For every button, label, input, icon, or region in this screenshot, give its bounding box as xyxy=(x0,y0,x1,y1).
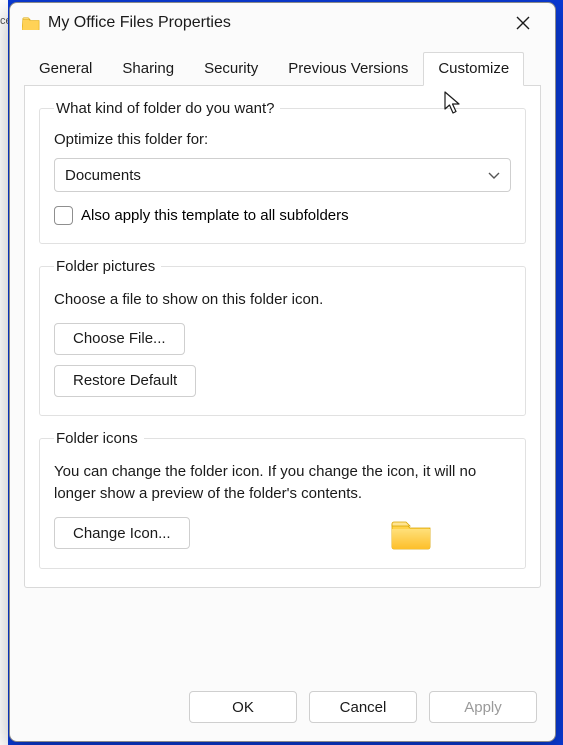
close-icon xyxy=(516,16,530,30)
folder-kind-group: What kind of folder do you want? Optimiz… xyxy=(39,100,526,244)
folder-kind-legend: What kind of folder do you want? xyxy=(54,100,280,117)
titlebar: My Office Files Properties xyxy=(10,3,555,43)
background-edge: ce xyxy=(0,0,8,745)
subfolders-check-row: Also apply this template to all subfolde… xyxy=(54,206,511,225)
window-title: My Office Files Properties xyxy=(48,14,503,32)
tabstrip: General Sharing Security Previous Versio… xyxy=(10,43,555,85)
ok-button[interactable]: OK xyxy=(189,691,297,723)
change-icon-button[interactable]: Change Icon... xyxy=(54,517,190,549)
folder-icon xyxy=(22,16,40,31)
tab-security[interactable]: Security xyxy=(189,52,273,86)
subfolders-label: Also apply this template to all subfolde… xyxy=(81,207,349,224)
restore-default-button[interactable]: Restore Default xyxy=(54,365,196,397)
optimize-label: Optimize this folder for: xyxy=(54,131,511,148)
folder-pictures-legend: Folder pictures xyxy=(54,258,161,275)
apply-button[interactable]: Apply xyxy=(429,691,537,723)
optimize-select[interactable]: Documents xyxy=(54,158,511,192)
folder-icons-group: Folder icons You can change the folder i… xyxy=(39,430,526,570)
dialog-footer: OK Cancel Apply xyxy=(10,677,555,741)
chevron-down-icon xyxy=(488,167,500,184)
choose-file-button[interactable]: Choose File... xyxy=(54,323,185,355)
customize-panel: What kind of folder do you want? Optimiz… xyxy=(24,86,541,588)
cancel-button[interactable]: Cancel xyxy=(309,691,417,723)
folder-pictures-desc: Choose a file to show on this folder ico… xyxy=(54,289,511,311)
optimize-select-value: Documents xyxy=(65,167,141,184)
subfolders-checkbox[interactable] xyxy=(54,206,73,225)
folder-icons-legend: Folder icons xyxy=(54,430,144,447)
tab-customize[interactable]: Customize xyxy=(423,52,524,86)
folder-preview-icon xyxy=(390,516,432,550)
folder-pictures-group: Folder pictures Choose a file to show on… xyxy=(39,258,526,416)
tab-general[interactable]: General xyxy=(24,52,107,86)
properties-dialog: My Office Files Properties General Shari… xyxy=(9,2,556,742)
tab-sharing[interactable]: Sharing xyxy=(107,52,189,86)
folder-icons-desc: You can change the folder icon. If you c… xyxy=(54,461,511,505)
tab-previous-versions[interactable]: Previous Versions xyxy=(273,52,423,86)
close-button[interactable] xyxy=(503,3,543,43)
